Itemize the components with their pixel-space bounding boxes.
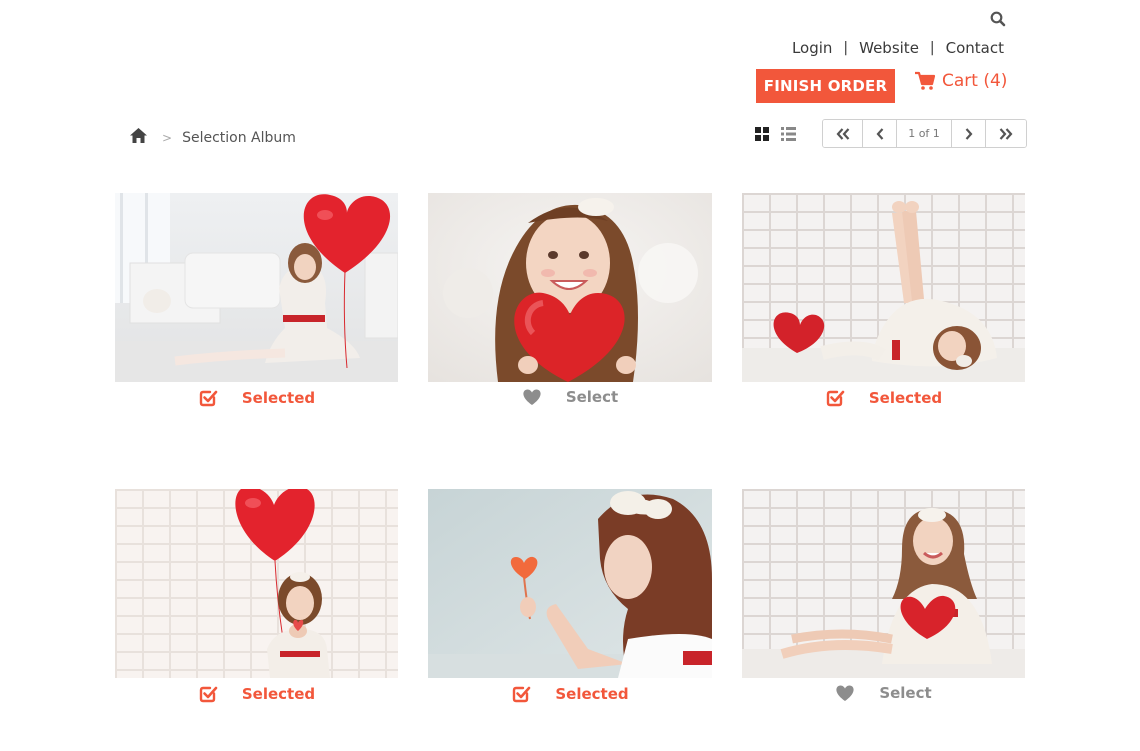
photo-select-toggle[interactable]: Selected (742, 388, 1025, 408)
selected-check-icon (825, 388, 845, 408)
photo-thumbnail[interactable] (428, 489, 712, 678)
photo-select-toggle[interactable]: Selected (115, 388, 398, 408)
heart-icon (835, 684, 855, 702)
finish-order-button[interactable]: FINISH ORDER (756, 69, 895, 103)
link-separator: | (843, 40, 849, 56)
link-separator: | (929, 40, 935, 56)
chevron-left-icon (876, 127, 883, 140)
photo-status-label: Select (565, 388, 619, 406)
pagination: 1 of 1 (822, 119, 1027, 148)
home-icon[interactable] (129, 127, 148, 148)
double-chevron-right-icon (999, 127, 1013, 140)
contact-link[interactable]: Contact (946, 39, 1004, 57)
login-link[interactable]: Login (792, 39, 832, 57)
photo-card: Selected (428, 489, 712, 751)
photo-status-label: Selected (241, 389, 316, 407)
cart-icon (915, 71, 936, 90)
search-icon[interactable] (989, 10, 1007, 28)
double-chevron-left-icon (836, 127, 849, 140)
photo-card: Selected (742, 193, 1025, 489)
cart-label: Cart (4) (942, 71, 1008, 91)
breadcrumb-chevron: > (162, 130, 173, 145)
photo-card: Select (742, 489, 1025, 751)
last-page-button[interactable] (986, 120, 1026, 147)
view-toggle (755, 126, 796, 145)
top-links: Login | Website | Contact (792, 39, 1004, 57)
photo-thumbnail[interactable] (742, 489, 1025, 678)
breadcrumb-current: Selection Album (182, 129, 296, 146)
photo-select-toggle[interactable]: Select (428, 388, 712, 406)
photo-card: Selected (115, 193, 398, 489)
chevron-right-icon (965, 127, 972, 140)
photo-thumbnail[interactable] (428, 193, 712, 382)
page-indicator: 1 of 1 (897, 120, 952, 147)
photo-thumbnail[interactable] (742, 193, 1025, 382)
photo-select-toggle[interactable]: Selected (428, 684, 712, 704)
photo-select-toggle[interactable]: Selected (115, 684, 398, 704)
cart-link[interactable]: Cart (4) (914, 71, 1007, 91)
list-view-icon[interactable] (781, 126, 796, 145)
next-page-button[interactable] (952, 120, 986, 147)
photo-thumbnail[interactable] (115, 489, 398, 678)
photo-status-label: Selected (555, 685, 629, 703)
photo-select-toggle[interactable]: Select (742, 684, 1025, 702)
prev-page-button[interactable] (863, 120, 897, 147)
photo-card: Selected (115, 489, 398, 751)
heart-icon (522, 388, 542, 406)
selected-check-icon (198, 684, 218, 704)
photo-status-label: Selected (868, 389, 943, 407)
selected-check-icon (511, 684, 531, 704)
photo-thumbnail[interactable] (115, 193, 398, 382)
photo-status-label: Select (879, 684, 932, 702)
first-page-button[interactable] (823, 120, 863, 147)
selected-check-icon (198, 388, 218, 408)
website-link[interactable]: Website (859, 39, 919, 57)
grid-view-icon[interactable] (755, 126, 769, 145)
photo-grid: Selected Select Selected Selected Select… (115, 193, 1025, 751)
breadcrumb: > Selection Album (129, 127, 296, 148)
photo-status-label: Selected (241, 685, 316, 703)
photo-card: Select (428, 193, 712, 489)
